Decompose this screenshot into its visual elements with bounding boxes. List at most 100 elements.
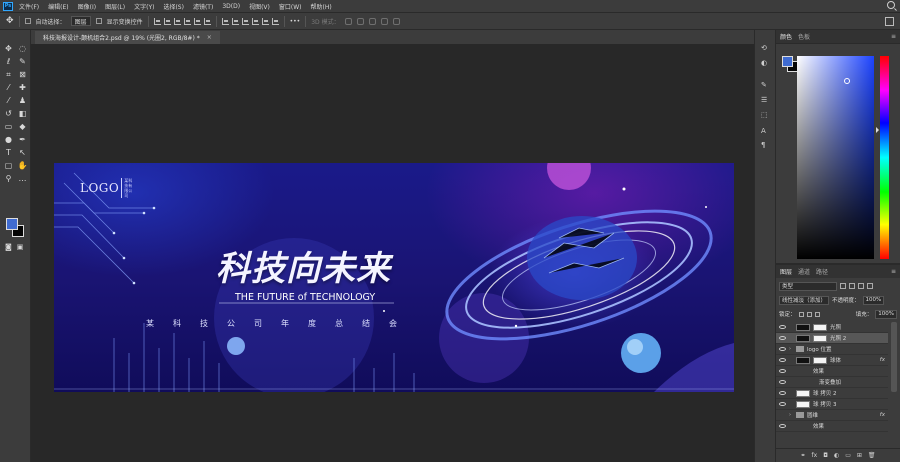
fx-icon[interactable]: fx bbox=[880, 412, 885, 418]
blend-mode-dropdown[interactable]: 线性减淡（添加） bbox=[779, 295, 830, 305]
filter-shape-icon[interactable] bbox=[867, 283, 873, 289]
history-icon[interactable]: ⟲ bbox=[761, 44, 767, 52]
distribute-vcenter-icon[interactable] bbox=[231, 17, 239, 25]
menu-filter[interactable]: 滤镜(T) bbox=[193, 2, 213, 11]
color-panel-foreground[interactable] bbox=[782, 56, 793, 67]
fill-field[interactable]: 100% bbox=[875, 309, 897, 319]
quick-select-icon[interactable]: ✎ bbox=[17, 57, 28, 66]
swatches-icon[interactable]: ⬚ bbox=[761, 111, 768, 119]
edit-toolbar-icon[interactable]: … bbox=[17, 174, 28, 183]
distribute-top-icon[interactable] bbox=[221, 17, 229, 25]
layers-scrollbar[interactable] bbox=[891, 322, 897, 392]
zoom-icon[interactable]: ⚲ bbox=[3, 174, 14, 183]
hue-slider[interactable] bbox=[880, 56, 889, 259]
distribute-right-icon[interactable] bbox=[271, 17, 279, 25]
align-hcenter-icon[interactable] bbox=[193, 17, 201, 25]
adjustments-icon[interactable]: ◐ bbox=[761, 59, 767, 67]
document-tab[interactable]: 科技海报设计-颠机组合2.psd @ 19% (光圈2, RGB/8#) * × bbox=[35, 31, 220, 44]
crop-icon[interactable]: ⌗ bbox=[3, 70, 14, 79]
layer-group-row[interactable]: › 圆维 fx bbox=[776, 410, 888, 421]
new-layer-icon[interactable]: ⊞ bbox=[857, 452, 862, 459]
menu-layer[interactable]: 图层(L) bbox=[105, 2, 125, 11]
shape-icon[interactable]: ▢ bbox=[3, 161, 14, 170]
tab-channels[interactable]: 通道 bbox=[798, 267, 810, 276]
auto-select-checkbox[interactable] bbox=[24, 18, 31, 24]
layer-row[interactable]: 球体 fx bbox=[776, 355, 888, 366]
lock-all-icon[interactable] bbox=[814, 311, 820, 317]
close-icon[interactable]: × bbox=[207, 34, 212, 41]
move-tool-icon[interactable]: ✥ bbox=[6, 16, 14, 26]
visibility-eye-icon[interactable] bbox=[779, 402, 786, 406]
layer-row-selected[interactable]: 光照 2 bbox=[776, 333, 888, 344]
eyedropper-icon[interactable]: ⁄ bbox=[3, 83, 14, 92]
mask-icon[interactable]: ◘ bbox=[823, 452, 828, 459]
pen-icon[interactable]: ✒ bbox=[17, 135, 28, 144]
tab-color[interactable]: 颜色 bbox=[780, 32, 792, 41]
lock-position-icon[interactable] bbox=[806, 311, 812, 317]
photoshop-logo-icon[interactable]: Ps bbox=[3, 1, 13, 11]
menu-type[interactable]: 文字(Y) bbox=[134, 2, 154, 11]
distribute-hcenter-icon[interactable] bbox=[261, 17, 269, 25]
stamp-icon[interactable]: ♟ bbox=[17, 96, 28, 105]
eraser-icon[interactable]: ◧ bbox=[17, 109, 28, 118]
brush-settings-icon[interactable]: ✎ bbox=[761, 81, 767, 89]
visibility-eye-icon[interactable] bbox=[779, 358, 786, 362]
expand-caret-icon[interactable]: › bbox=[789, 412, 793, 418]
panel-menu-icon[interactable]: ≡ bbox=[891, 33, 896, 40]
expand-caret-icon[interactable]: › bbox=[789, 346, 793, 352]
filter-adjust-icon[interactable] bbox=[849, 283, 855, 289]
blur-icon[interactable]: ◆ bbox=[17, 122, 28, 131]
tab-layers[interactable]: 图层 bbox=[780, 267, 792, 276]
align-left-icon[interactable] bbox=[183, 17, 191, 25]
align-vcenter-icon[interactable] bbox=[163, 17, 171, 25]
foreground-color-swatch[interactable] bbox=[6, 218, 18, 230]
visibility-eye-icon[interactable] bbox=[779, 369, 786, 373]
align-top-icon[interactable] bbox=[153, 17, 161, 25]
layer-row[interactable]: 球 拷贝 2 bbox=[776, 388, 888, 399]
distribute-bottom-icon[interactable] bbox=[241, 17, 249, 25]
menu-help[interactable]: 帮助(H) bbox=[311, 2, 332, 11]
fx-icon[interactable]: fx bbox=[880, 357, 885, 363]
poster-artboard[interactable]: LOGO 某科技有限公司 科技向未来 THE FUTURE of TECHNOL… bbox=[54, 163, 734, 392]
history-brush-icon[interactable]: ↺ bbox=[3, 109, 14, 118]
menu-view[interactable]: 视图(V) bbox=[249, 2, 270, 11]
filter-type-icon[interactable] bbox=[858, 283, 864, 289]
layer-effect-row[interactable]: 渐变叠加 bbox=[776, 377, 888, 388]
workspace-icon[interactable] bbox=[885, 17, 894, 26]
screen-mode-icon[interactable]: ▣ bbox=[17, 243, 24, 251]
auto-select-dropdown[interactable]: 图层 bbox=[70, 16, 91, 26]
frame-icon[interactable]: ⊠ bbox=[17, 70, 28, 79]
color-field[interactable] bbox=[797, 56, 874, 259]
visibility-eye-icon[interactable] bbox=[779, 391, 786, 395]
link-icon[interactable]: ⚭ bbox=[800, 452, 805, 459]
adjustment-icon[interactable]: ◐ bbox=[834, 452, 839, 459]
healing-icon[interactable]: ✚ bbox=[17, 83, 28, 92]
visibility-eye-icon[interactable] bbox=[779, 336, 786, 340]
align-right-icon[interactable] bbox=[203, 17, 211, 25]
folder-icon[interactable]: ▭ bbox=[845, 452, 851, 459]
visibility-eye-icon[interactable] bbox=[779, 347, 786, 351]
menu-3d[interactable]: 3D(D) bbox=[222, 3, 240, 10]
visibility-eye-icon[interactable] bbox=[779, 424, 786, 428]
layer-filter-dropdown[interactable]: 类型 bbox=[779, 281, 837, 291]
panel-menu-icon[interactable]: ≡ bbox=[891, 268, 896, 275]
marquee-icon[interactable]: ◌ bbox=[17, 44, 28, 53]
move-icon[interactable]: ✥ bbox=[3, 44, 14, 53]
tab-swatches[interactable]: 色板 bbox=[798, 32, 810, 41]
more-options-icon[interactable]: ••• bbox=[290, 18, 301, 25]
trash-icon[interactable]: 🗑 bbox=[868, 452, 876, 459]
type-icon[interactable]: T bbox=[3, 148, 14, 157]
visibility-eye-icon[interactable] bbox=[779, 380, 786, 384]
character-icon[interactable]: A bbox=[761, 127, 766, 135]
distribute-left-icon[interactable] bbox=[251, 17, 259, 25]
layer-row[interactable]: 光照 bbox=[776, 322, 888, 333]
layer-row[interactable]: 球 拷贝 3 bbox=[776, 399, 888, 410]
menu-select[interactable]: 选择(S) bbox=[163, 2, 184, 11]
search-icon[interactable] bbox=[887, 1, 895, 9]
lasso-icon[interactable]: ℓ bbox=[3, 57, 14, 66]
tab-paths[interactable]: 路径 bbox=[816, 267, 828, 276]
color-picker-marker[interactable] bbox=[844, 78, 850, 84]
layer-effects-row[interactable]: 效果 bbox=[776, 421, 888, 432]
opacity-field[interactable]: 100% bbox=[862, 295, 885, 305]
dodge-icon[interactable]: ● bbox=[3, 135, 14, 144]
